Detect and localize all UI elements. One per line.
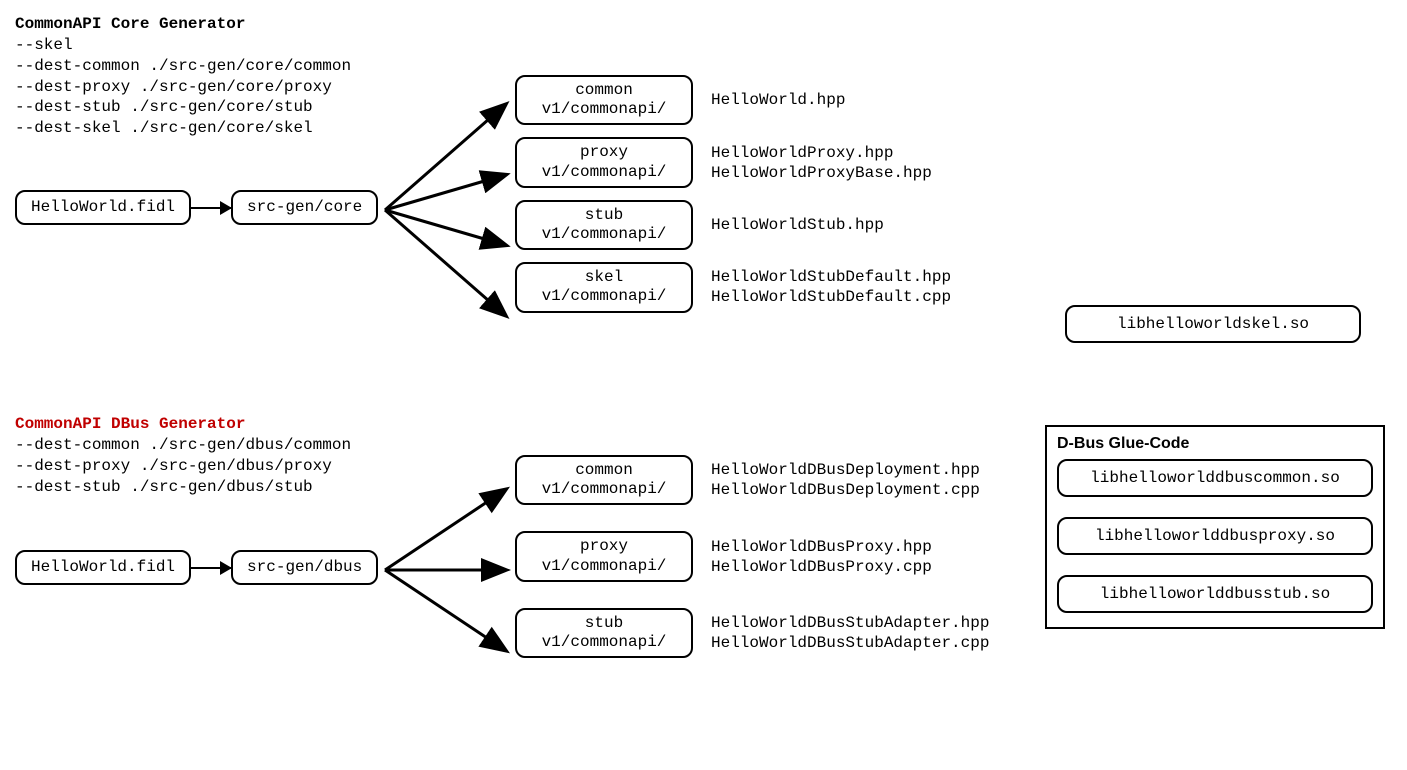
file-list: HelloWorldDBusProxy.hpp HelloWorldDBusPr… bbox=[711, 537, 932, 577]
dir-box: proxy v1/commonapi/ bbox=[515, 137, 693, 187]
arrow-icon bbox=[191, 567, 231, 569]
core-title: CommonAPI Core Generator bbox=[15, 15, 1392, 33]
dir-name: skel bbox=[585, 268, 623, 286]
dir-box: skel v1/commonapi/ bbox=[515, 262, 693, 312]
dbus-branch-stub: stub v1/commonapi/ HelloWorldDBusStubAda… bbox=[515, 608, 989, 658]
dir-name: proxy bbox=[580, 537, 628, 555]
core-branch-stub: stub v1/commonapi/ HelloWorldStub.hpp bbox=[515, 200, 951, 250]
file-list: HelloWorldStubDefault.hpp HelloWorldStub… bbox=[711, 267, 951, 307]
file-list: HelloWorldStub.hpp bbox=[711, 215, 884, 235]
file-list: HelloWorldDBusStubAdapter.hpp HelloWorld… bbox=[711, 613, 989, 653]
dbus-section: CommonAPI DBus Generator --dest-common .… bbox=[15, 415, 1392, 695]
dir-sub: v1/commonapi/ bbox=[529, 163, 679, 182]
glue-lib-common: libhelloworlddbuscommon.so bbox=[1057, 459, 1373, 497]
dbus-branches: common v1/commonapi/ HelloWorldDBusDeplo… bbox=[515, 455, 989, 658]
arrow-icon bbox=[191, 207, 231, 209]
dir-sub: v1/commonapi/ bbox=[529, 225, 679, 244]
dir-box: common v1/commonapi/ bbox=[515, 455, 693, 505]
dbus-branch-common: common v1/commonapi/ HelloWorldDBusDeplo… bbox=[515, 455, 989, 505]
dbus-pipeline: HelloWorld.fidl src-gen/dbus bbox=[15, 550, 378, 585]
core-branch-skel: skel v1/commonapi/ HelloWorldStubDefault… bbox=[515, 262, 951, 312]
core-branch-proxy: proxy v1/commonapi/ HelloWorldProxy.hpp … bbox=[515, 137, 951, 187]
dir-box: common v1/commonapi/ bbox=[515, 75, 693, 125]
dbus-input-box: HelloWorld.fidl bbox=[15, 550, 191, 585]
dir-box: proxy v1/commonapi/ bbox=[515, 531, 693, 581]
dir-box: stub v1/commonapi/ bbox=[515, 200, 693, 250]
dir-name: stub bbox=[585, 614, 623, 632]
glue-title: D-Bus Glue-Code bbox=[1057, 435, 1373, 453]
core-input-box: HelloWorld.fidl bbox=[15, 190, 191, 225]
core-branches: common v1/commonapi/ HelloWorld.hpp prox… bbox=[515, 75, 951, 313]
core-srcgen-box: src-gen/core bbox=[231, 190, 378, 225]
core-branch-common: common v1/commonapi/ HelloWorld.hpp bbox=[515, 75, 951, 125]
dir-sub: v1/commonapi/ bbox=[529, 100, 679, 119]
file-list: HelloWorldDBusDeployment.hpp HelloWorldD… bbox=[711, 460, 980, 500]
dir-name: common bbox=[575, 81, 633, 99]
core-skel-lib: libhelloworldskel.so bbox=[1065, 305, 1361, 343]
dir-sub: v1/commonapi/ bbox=[529, 633, 679, 652]
dir-name: proxy bbox=[580, 143, 628, 161]
dbus-glue-group: D-Bus Glue-Code libhelloworlddbuscommon.… bbox=[1045, 425, 1385, 629]
file-list: HelloWorld.hpp bbox=[711, 90, 845, 110]
file-list: HelloWorldProxy.hpp HelloWorldProxyBase.… bbox=[711, 143, 932, 183]
glue-lib-proxy: libhelloworlddbusproxy.so bbox=[1057, 517, 1373, 555]
dir-name: stub bbox=[585, 206, 623, 224]
dir-sub: v1/commonapi/ bbox=[529, 557, 679, 576]
core-pipeline: HelloWorld.fidl src-gen/core bbox=[15, 190, 378, 225]
dir-name: common bbox=[575, 461, 633, 479]
dbus-branch-proxy: proxy v1/commonapi/ HelloWorldDBusProxy.… bbox=[515, 531, 989, 581]
glue-lib-stub: libhelloworlddbusstub.so bbox=[1057, 575, 1373, 613]
dir-sub: v1/commonapi/ bbox=[529, 480, 679, 499]
core-section: CommonAPI Core Generator --skel --dest-c… bbox=[15, 15, 1392, 355]
dbus-srcgen-box: src-gen/dbus bbox=[231, 550, 378, 585]
dir-box: stub v1/commonapi/ bbox=[515, 608, 693, 658]
dir-sub: v1/commonapi/ bbox=[529, 287, 679, 306]
